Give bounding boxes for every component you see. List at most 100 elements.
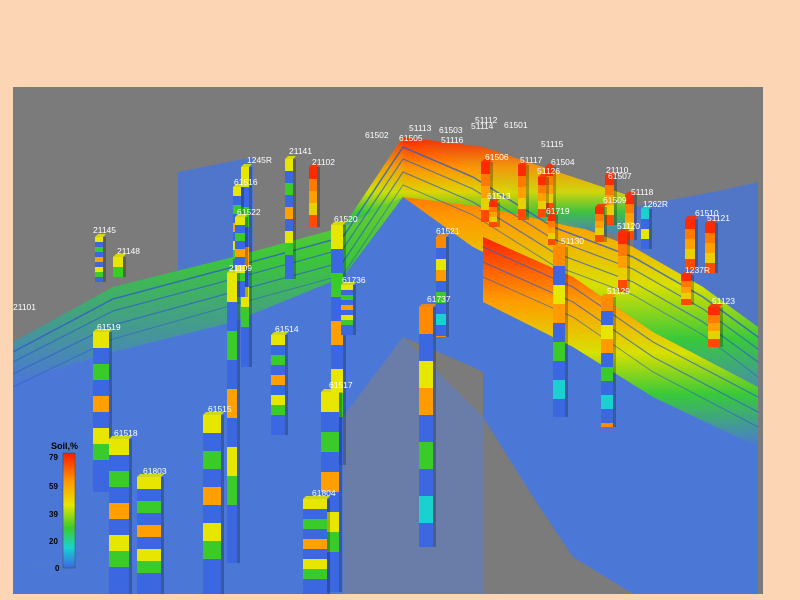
well-column-61509[interactable] [595,204,607,242]
well-segment [93,396,109,412]
well-label-51112: 51112 [475,115,498,125]
well-column-21141[interactable] [285,156,296,279]
well-segment [436,237,446,248]
well-column-51123[interactable] [708,304,723,347]
well-segment [618,256,627,268]
well-segment [227,273,237,302]
well-segment [271,335,285,345]
well-label-61502: 61502 [365,130,389,140]
well-column-61719[interactable] [548,212,558,245]
3d-reservoir-viewport[interactable]: 61502 61505 51113 61503 51114 51112 61501 51116… [13,87,763,594]
well-cap [419,304,436,307]
well-segment [109,519,129,535]
well-segment [235,217,245,225]
well-segment [681,299,691,305]
well-shadow [237,273,240,563]
well-segment [285,219,293,231]
well-segment [341,305,353,310]
well-label-61520: 61520 [334,214,358,224]
well-column-21148[interactable] [113,254,126,277]
well-label-1237R: 1237R [685,265,710,275]
well-segment [285,243,293,255]
well-segment [95,252,103,257]
well-segment [233,187,241,196]
well-column-61513[interactable] [489,199,500,227]
well-segment [601,339,613,353]
well-segment [303,529,327,539]
well-label-61803: 61803 [143,466,167,476]
well-shadow [285,335,288,435]
well-column-21109[interactable] [227,270,240,563]
well-label-61503: 61503 [439,125,463,135]
well-segment [341,290,353,295]
well-segment [271,365,285,375]
well-column-51117[interactable] [518,162,529,220]
well-segment [309,215,317,227]
well-shadow [634,195,637,240]
well-segment [109,439,129,455]
well-segment [601,409,613,423]
well-column-21102[interactable] [309,164,320,227]
well-segment [227,331,237,360]
well-column-1262R[interactable] [641,206,652,249]
well-column-61514[interactable] [271,332,288,435]
well-segment [618,244,627,256]
well-segment [137,501,161,513]
well-label-51117: 51117 [520,155,543,165]
well-segment [95,247,103,252]
well-segment [235,249,245,257]
well-shadow [353,285,356,335]
well-segment [109,487,129,503]
well-label-51118: 51118 [631,187,654,197]
well-segment [705,233,715,243]
well-segment [489,222,497,227]
well-label-61517: 61517 [329,380,353,390]
well-segment [227,447,237,476]
well-segment [601,325,613,339]
well-segment [321,432,339,452]
well-column-61510[interactable] [685,216,698,269]
legend-tick-0: 0 [55,564,60,573]
well-segment [436,325,446,336]
well-column-61515[interactable] [203,412,224,594]
well-label-61737: 61737 [427,294,451,304]
well-column-21145[interactable] [95,234,106,282]
well-segment [518,198,526,209]
well-segment [271,355,285,365]
well-column-51129[interactable] [601,294,616,427]
well-segment [331,249,343,273]
well-segment [489,217,497,222]
well-segment [681,281,691,287]
well-column-1237R[interactable] [681,272,694,305]
legend-tick-39: 39 [49,510,58,519]
well-label-61506: 61506 [485,152,509,162]
well-segment [95,242,103,247]
well-label-61719: 61719 [546,206,570,216]
well-column-61518[interactable] [109,436,132,594]
well-segment [137,573,161,585]
well-segment [436,281,446,292]
well-segment [203,469,221,487]
well-column-61803[interactable] [137,474,164,594]
well-segment [233,196,241,205]
well-label-61507: 61507 [608,171,632,181]
well-segment [601,381,613,395]
well-segment [595,207,604,214]
well-column-51130[interactable] [553,244,568,417]
well-segment [436,270,446,281]
legend-color-bar [62,452,76,569]
well-column-61521[interactable] [436,234,449,337]
well-shadow [691,275,694,305]
well-shadow [339,392,342,592]
well-column-61804[interactable] [303,496,330,594]
well-label-51129: 51129 [607,286,630,296]
well-segment [595,221,604,228]
well-segment [538,209,546,217]
well-segment [341,310,353,315]
well-column-61737[interactable] [419,304,436,547]
well-segment [641,219,649,229]
well-column-51120[interactable] [618,229,630,292]
well-shadow [103,237,106,282]
well-segment [685,239,695,249]
well-column-61736[interactable] [341,282,356,335]
